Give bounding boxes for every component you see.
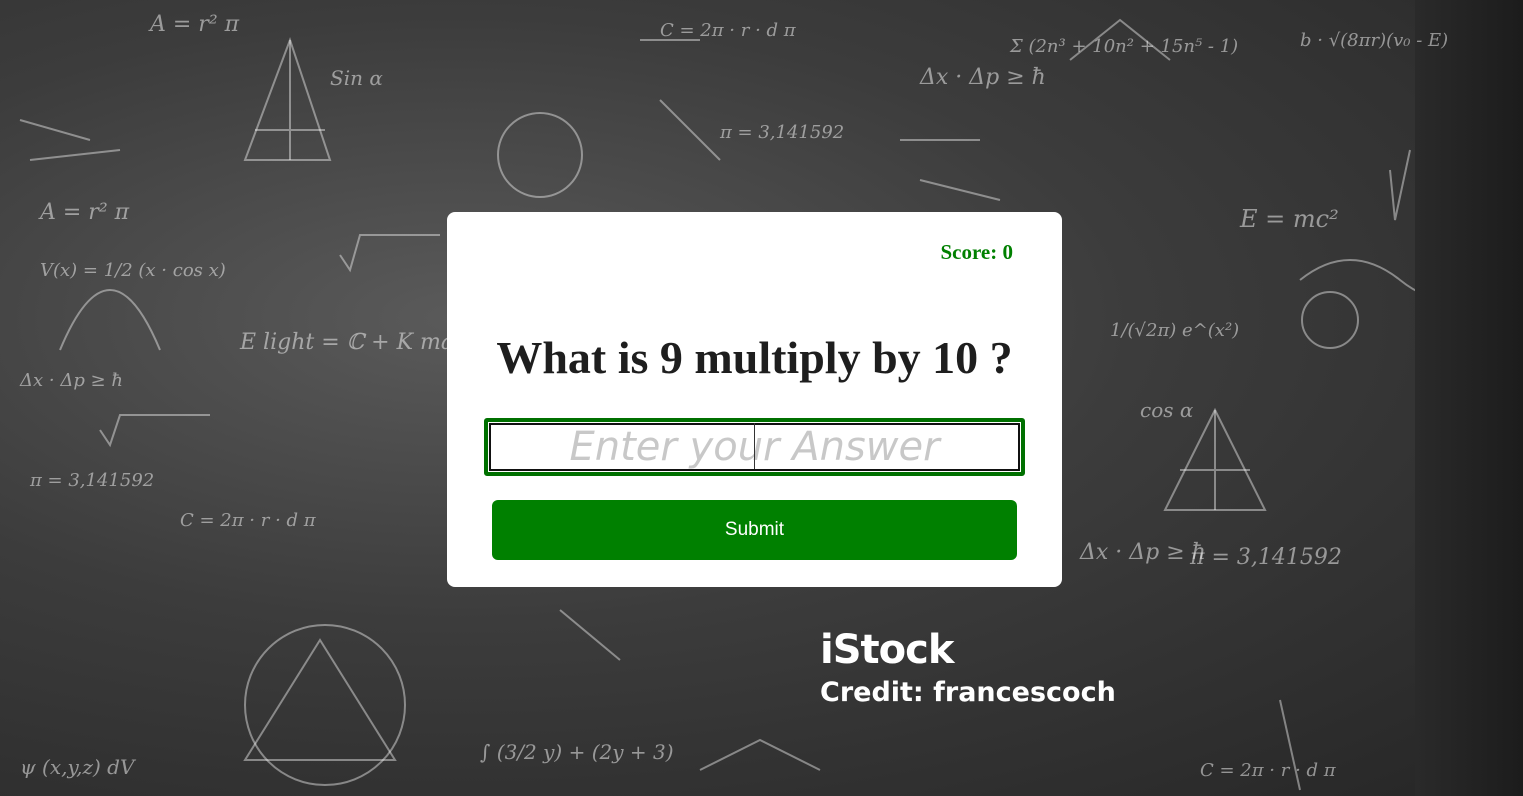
quiz-card: Score: 0 What is 9 multiply by 10 ? Subm… (447, 212, 1062, 587)
submit-button[interactable]: Submit (492, 500, 1017, 560)
text-cursor (754, 423, 755, 469)
score-label: Score: 0 (940, 240, 1013, 264)
question-text: What is 9 multiply by 10 ? (496, 332, 1013, 383)
chalkboard-edge (1415, 0, 1523, 796)
